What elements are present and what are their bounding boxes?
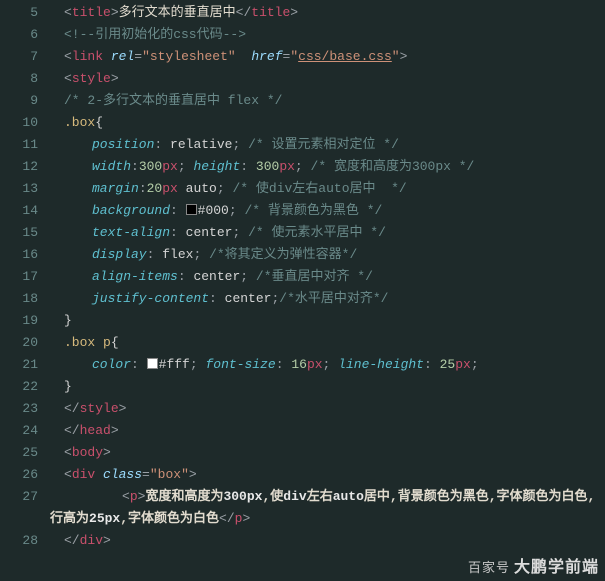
code-line[interactable]: position: relative; /* 设置元素相对定位 */ <box>50 134 605 156</box>
line-number: 14 <box>0 200 38 222</box>
code-line[interactable]: <link rel="stylesheet" href="css/base.cs… <box>50 46 605 68</box>
code-line[interactable]: align-items: center; /*垂直居中对齐 */ <box>50 266 605 288</box>
code-editor[interactable]: 5678910111213141516171819202122232425262… <box>0 0 605 552</box>
line-number: 28 <box>0 530 38 552</box>
color-swatch-icon <box>147 358 158 369</box>
code-line[interactable]: text-align: center; /* 使元素水平居中 */ <box>50 222 605 244</box>
code-line[interactable]: </div> <box>50 530 605 552</box>
line-number: 16 <box>0 244 38 266</box>
line-number: 25 <box>0 442 38 464</box>
line-number: 27 <box>0 486 38 530</box>
code-line[interactable]: margin:20px auto; /* 使div左右auto居中 */ <box>50 178 605 200</box>
line-number: 15 <box>0 222 38 244</box>
line-number: 23 <box>0 398 38 420</box>
line-number: 21 <box>0 354 38 376</box>
line-number: 8 <box>0 68 38 90</box>
code-line[interactable]: .box{ <box>50 112 605 134</box>
code-line[interactable]: <!--引用初始化的css代码--> <box>50 24 605 46</box>
code-line[interactable]: /* 2-多行文本的垂直居中 flex */ <box>50 90 605 112</box>
code-line[interactable]: width:300px; height: 300px; /* 宽度和高度为300… <box>50 156 605 178</box>
line-number-gutter: 5678910111213141516171819202122232425262… <box>0 2 50 552</box>
line-number: 19 <box>0 310 38 332</box>
code-line[interactable]: } <box>50 376 605 398</box>
line-number: 17 <box>0 266 38 288</box>
watermark: 百家号大鹏学前端 <box>468 553 599 577</box>
code-line[interactable]: background: #000; /* 背景颜色为黑色 */ <box>50 200 605 222</box>
line-number: 13 <box>0 178 38 200</box>
code-line[interactable]: } <box>50 310 605 332</box>
code-line[interactable]: color: #fff; font-size: 16px; line-heigh… <box>50 354 605 376</box>
line-number: 9 <box>0 90 38 112</box>
code-line[interactable]: </head> <box>50 420 605 442</box>
code-line[interactable]: <p>宽度和高度为300px,使div左右auto居中,背景颜色为黑色,字体颜色… <box>50 486 605 530</box>
code-line[interactable]: justify-content: center;/*水平居中对齐*/ <box>50 288 605 310</box>
line-number: 20 <box>0 332 38 354</box>
code-line[interactable]: <style> <box>50 68 605 90</box>
line-number: 26 <box>0 464 38 486</box>
line-number: 5 <box>0 2 38 24</box>
line-number: 6 <box>0 24 38 46</box>
line-number: 10 <box>0 112 38 134</box>
line-number: 22 <box>0 376 38 398</box>
code-area[interactable]: <title>多行文本的垂直居中</title> <!--引用初始化的css代码… <box>50 2 605 552</box>
line-number: 7 <box>0 46 38 68</box>
code-line[interactable]: <div class="box"> <box>50 464 605 486</box>
code-line[interactable]: display: flex; /*将其定义为弹性容器*/ <box>50 244 605 266</box>
code-line[interactable]: .box p{ <box>50 332 605 354</box>
line-number: 18 <box>0 288 38 310</box>
code-line[interactable]: <body> <box>50 442 605 464</box>
code-line[interactable]: <title>多行文本的垂直居中</title> <box>50 2 605 24</box>
line-number: 11 <box>0 134 38 156</box>
code-line[interactable]: </style> <box>50 398 605 420</box>
line-number: 12 <box>0 156 38 178</box>
line-number: 24 <box>0 420 38 442</box>
color-swatch-icon <box>186 204 197 215</box>
